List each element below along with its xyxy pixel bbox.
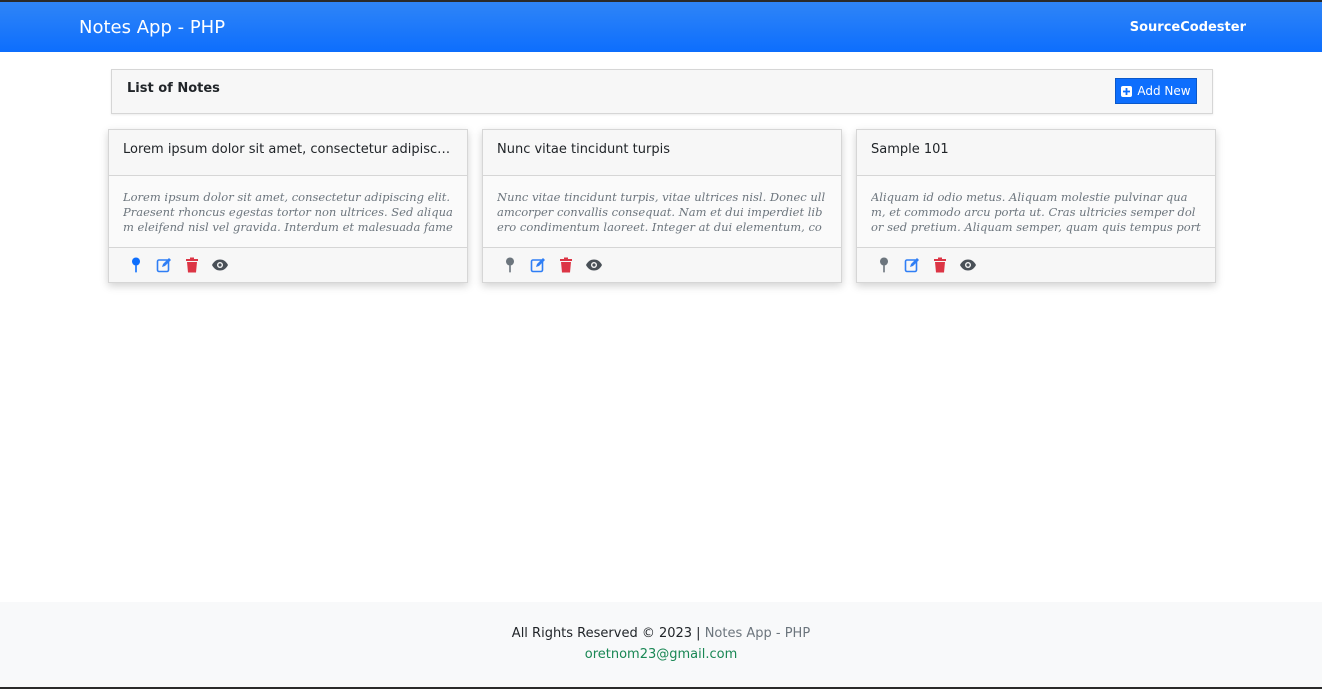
- eye-icon[interactable]: [585, 256, 603, 274]
- note-title: Lorem ipsum dolor sit amet, consectetur …: [109, 130, 467, 176]
- brand-title[interactable]: Notes App - PHP: [79, 17, 225, 38]
- page-title: List of Notes: [127, 81, 220, 96]
- note-actions: [109, 248, 467, 282]
- pin-icon[interactable]: [501, 256, 519, 274]
- note-title: Nunc vitae tincidunt turpis: [483, 130, 841, 176]
- note-card: Nunc vitae tincidunt turpis Nunc vitae t…: [482, 129, 842, 283]
- footer-app-name: Notes App - PHP: [704, 626, 811, 641]
- footer-email-link[interactable]: oretnom23@gmail.com: [0, 647, 1322, 662]
- plus-square-icon: [1121, 85, 1133, 97]
- trash-icon[interactable]: [931, 256, 949, 274]
- footer-rights: All Rights Reserved © 2023 |: [511, 626, 705, 641]
- edit-icon[interactable]: [155, 256, 173, 274]
- edit-icon[interactable]: [529, 256, 547, 274]
- trash-icon[interactable]: [557, 256, 575, 274]
- note-actions: [483, 248, 841, 282]
- note-excerpt: Aliquam id odio metus. Aliquam molestie …: [871, 190, 1201, 234]
- eye-icon[interactable]: [211, 256, 229, 274]
- note-card: Sample 101 Aliquam id odio metus. Aliqua…: [856, 129, 1216, 283]
- footer: All Rights Reserved © 2023 | Notes App -…: [0, 602, 1322, 687]
- navbar: Notes App - PHP SourceCodester: [0, 2, 1322, 52]
- note-card: Lorem ipsum dolor sit amet, consectetur …: [108, 129, 468, 283]
- nav-link-sourcecodester[interactable]: SourceCodester: [1130, 20, 1246, 35]
- pin-icon[interactable]: [127, 256, 145, 274]
- note-title: Sample 101: [857, 130, 1215, 176]
- trash-icon[interactable]: [183, 256, 201, 274]
- edit-icon[interactable]: [903, 256, 921, 274]
- add-new-button[interactable]: Add New: [1115, 78, 1197, 104]
- note-excerpt: Nunc vitae tincidunt turpis, vitae ultri…: [497, 190, 826, 234]
- note-excerpt: Lorem ipsum dolor sit amet, consectetur …: [123, 190, 453, 234]
- eye-icon[interactable]: [959, 256, 977, 274]
- notes-list-header: List of Notes Add New: [111, 69, 1213, 114]
- pin-icon[interactable]: [875, 256, 893, 274]
- add-new-label: Add New: [1137, 84, 1191, 98]
- note-actions: [857, 248, 1215, 282]
